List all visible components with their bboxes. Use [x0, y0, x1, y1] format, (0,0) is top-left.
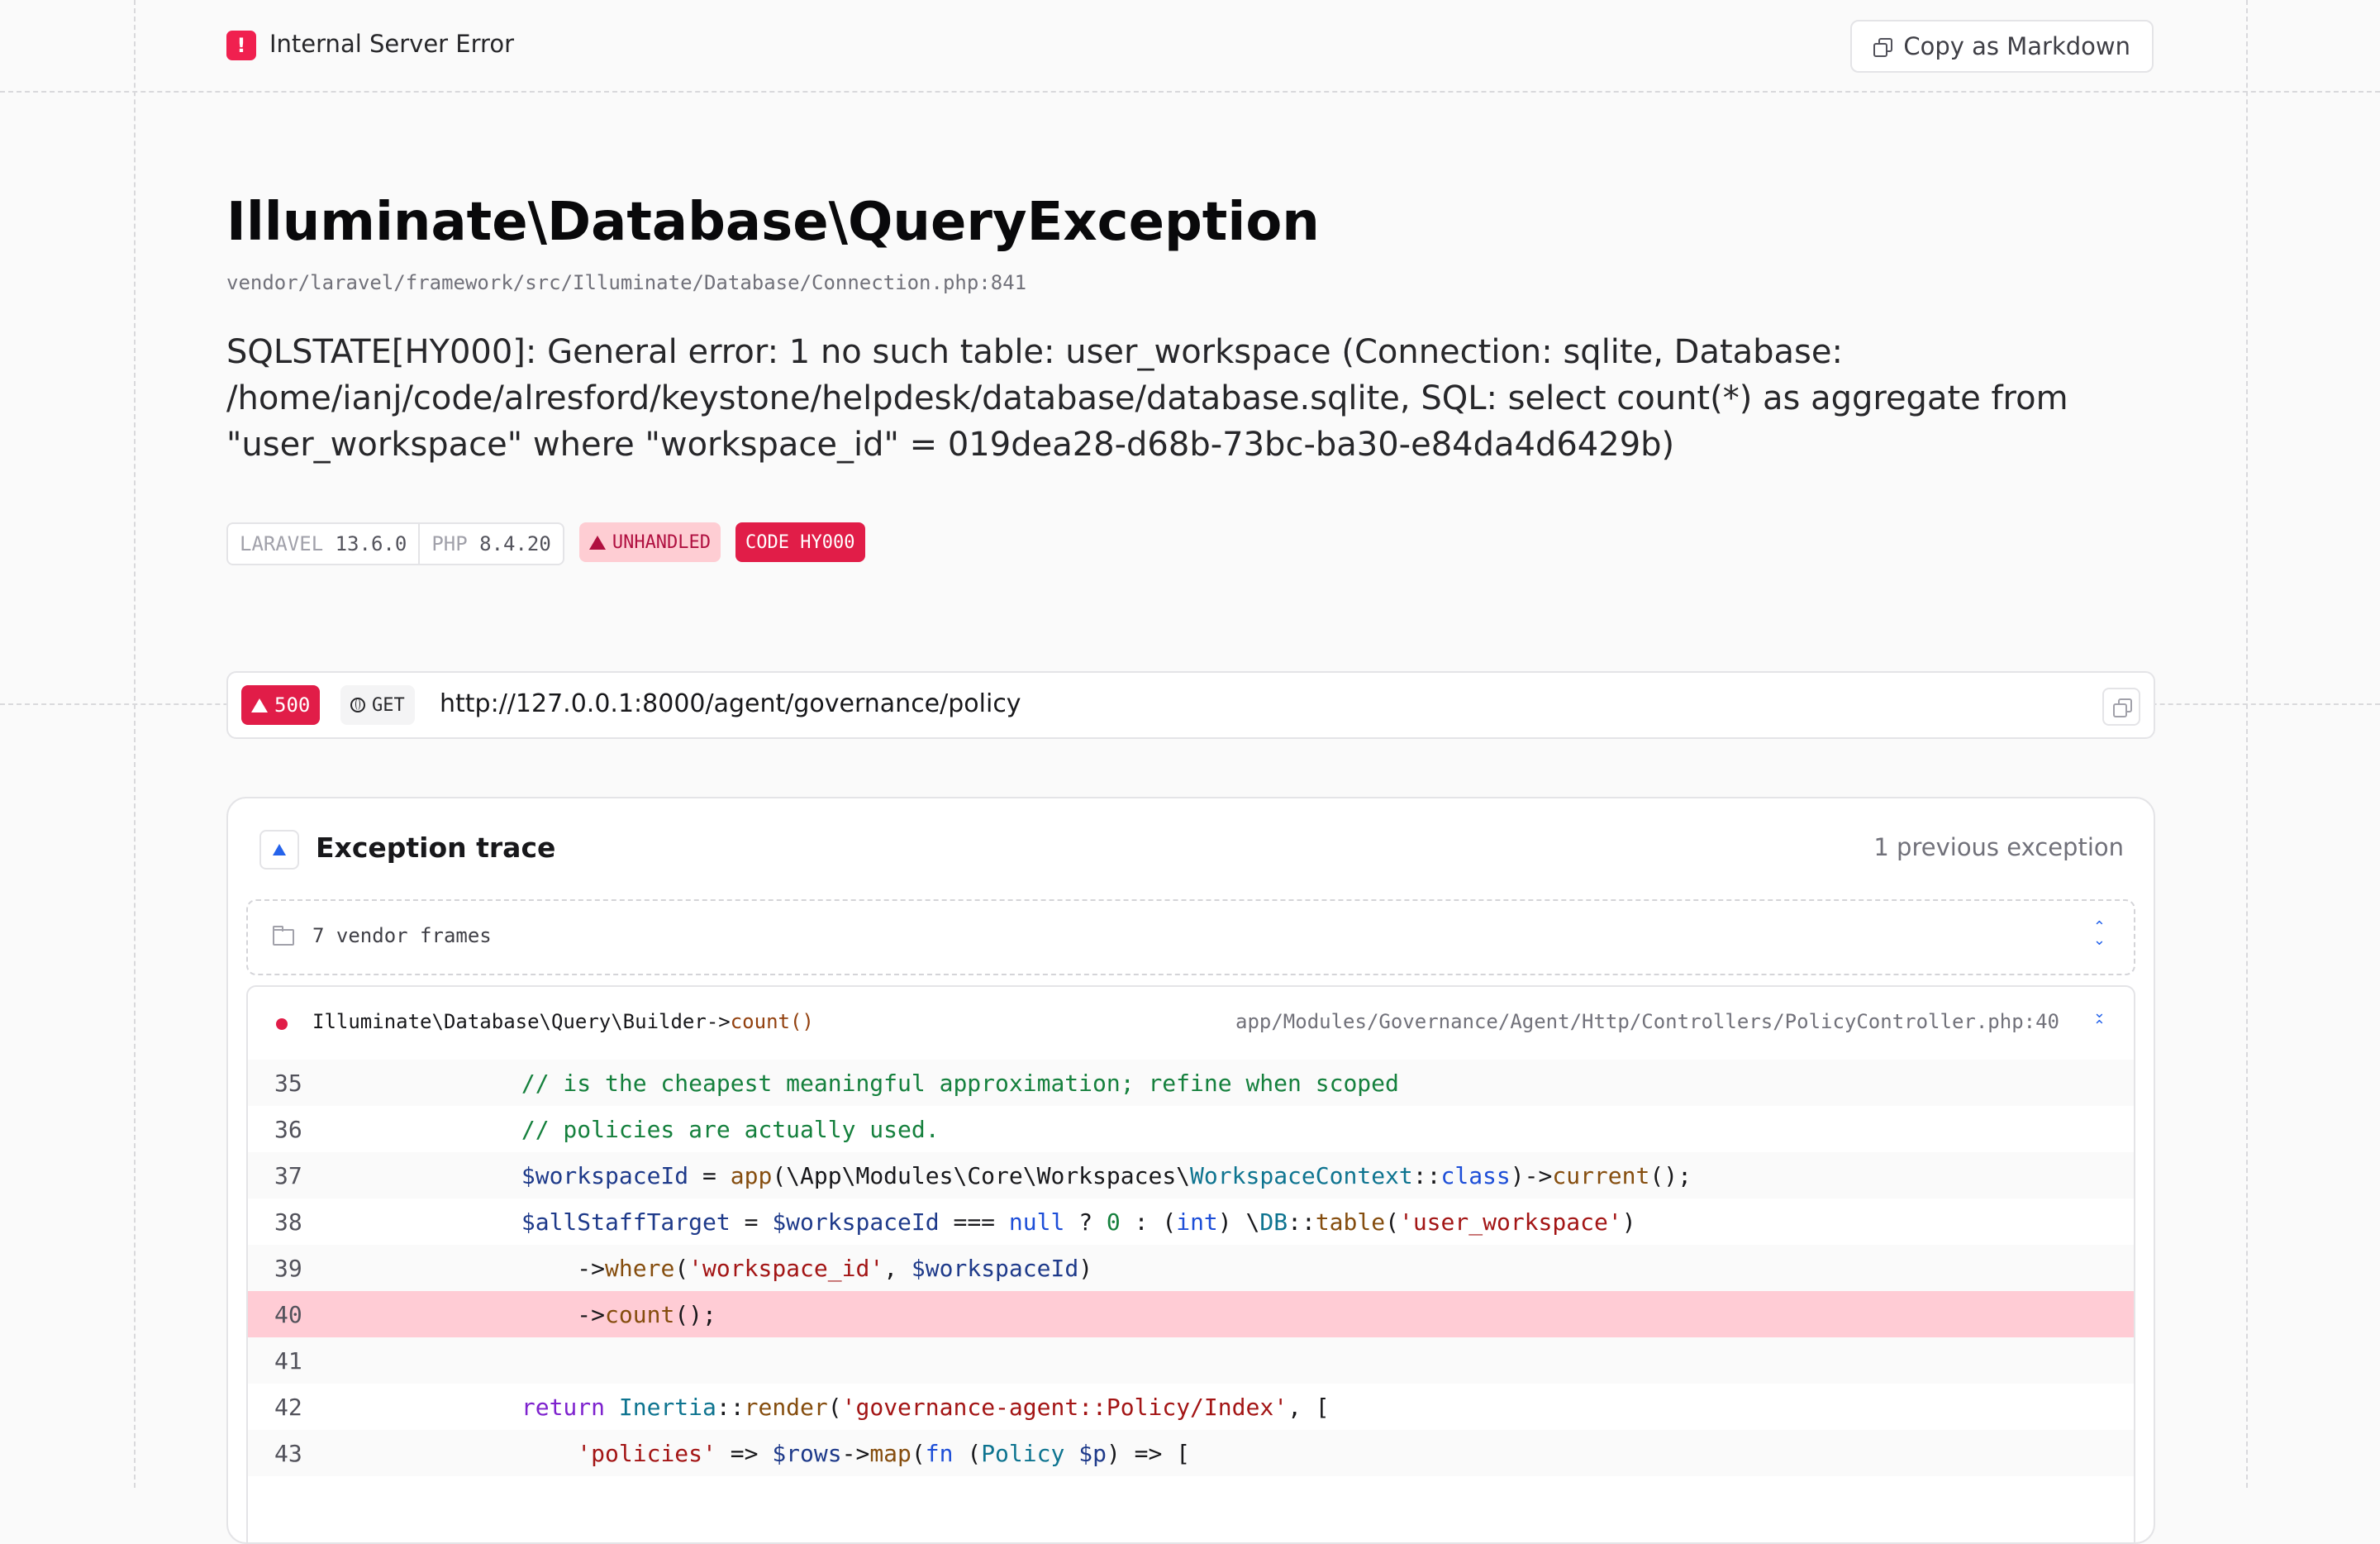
copy-url-button[interactable] [2102, 688, 2140, 726]
php-label: PHP [431, 532, 468, 555]
layout-guide [2246, 0, 2248, 1488]
error-dot-icon [276, 1018, 288, 1030]
frame-function: Illuminate\Database\Query\Builder->count… [312, 1010, 814, 1033]
top-bar: ! Internal Server Error Copy as Markdown [226, 20, 2154, 73]
layout-guide [0, 91, 2380, 93]
code-line: 43 'policies' => $rows->map(fn (Policy $… [248, 1430, 2134, 1476]
unhandled-label: UNHANDLED [612, 531, 712, 553]
vendor-frames-toggle[interactable]: 7 vendor frames ⌃ ⌄ [246, 899, 2135, 975]
method-label: GET [372, 694, 405, 716]
code-line: 36 // policies are actually used. [274, 1115, 940, 1143]
copy-as-markdown-button[interactable]: Copy as Markdown [1850, 20, 2154, 73]
copy-as-markdown-label: Copy as Markdown [1903, 32, 2130, 60]
version-badge: LARAVEL 13.6.0 PHP 8.4.20 [226, 522, 564, 565]
code-line: 39 ->where('workspace_id', $workspaceId) [248, 1245, 2134, 1291]
globe-icon [350, 698, 365, 712]
status-code: 500 [274, 693, 311, 717]
expand-icon: ⌃ ⌄ [2092, 918, 2106, 949]
error-icon: ! [226, 31, 256, 60]
laravel-label: LARAVEL [240, 532, 324, 555]
status-badge: 500 [241, 685, 321, 725]
exception-message: SQLSTATE[HY000]: General error: 1 no suc… [226, 333, 2068, 464]
alert-triangle-icon [259, 830, 299, 870]
frame-file: app/Modules/Governance/Agent/Http/Contro… [1235, 1010, 2059, 1033]
laravel-version: 13.6.0 [335, 532, 407, 555]
layout-guide [134, 0, 136, 1488]
error-code-badge: CODE HY000 [735, 522, 865, 562]
vendor-frames-label: 7 vendor frames [312, 924, 492, 947]
request-url: http://127.0.0.1:8000/agent/governance/p… [440, 689, 1021, 718]
code-line: 37 $workspaceId = app(\App\Modules\Core\… [248, 1152, 2134, 1199]
warning-icon [588, 535, 606, 550]
error-title: Internal Server Error [269, 30, 514, 58]
warning-icon [251, 698, 268, 712]
code-line: 38 $allStaffTarget = $workspaceId === nu… [274, 1208, 1636, 1236]
code-line: 42 return Inertia::render('governance-ag… [274, 1393, 1330, 1421]
php-version: 8.4.20 [479, 532, 551, 555]
unhandled-badge: UNHANDLED [578, 522, 721, 562]
request-bar: 500 GET http://127.0.0.1:8000/agent/gove… [226, 671, 2155, 739]
trace-title: Exception trace [316, 832, 556, 864]
exception-file: vendor/laravel/framework/src/Illuminate/… [226, 271, 1027, 294]
code-line: 41 [248, 1337, 2134, 1384]
stack-frame: Illuminate\Database\Query\Builder->count… [246, 985, 2135, 1542]
collapse-icon: ⌄ ⌃ [2092, 1004, 2106, 1035]
exception-class: Illuminate\Database\QueryException [226, 192, 1320, 253]
exception-trace-card: Exception trace 1 previous exception 7 v… [226, 797, 2155, 1544]
previous-exception-link[interactable]: 1 previous exception [1873, 833, 2124, 861]
copy-icon [1873, 38, 1893, 57]
code-line: 35 // is the cheapest meaningful approxi… [248, 1060, 2134, 1106]
frame-header[interactable]: Illuminate\Database\Query\Builder->count… [248, 987, 2134, 1060]
highlighted-code-line: 40 ->count(); [248, 1291, 2134, 1337]
folder-icon [273, 926, 294, 946]
method-badge: GET [340, 685, 415, 725]
code-snippet: 35 // is the cheapest meaningful approxi… [248, 1060, 2134, 1476]
copy-icon [2113, 698, 2132, 717]
badge-row: LARAVEL 13.6.0 PHP 8.4.20 UNHANDLED CODE… [226, 522, 865, 565]
